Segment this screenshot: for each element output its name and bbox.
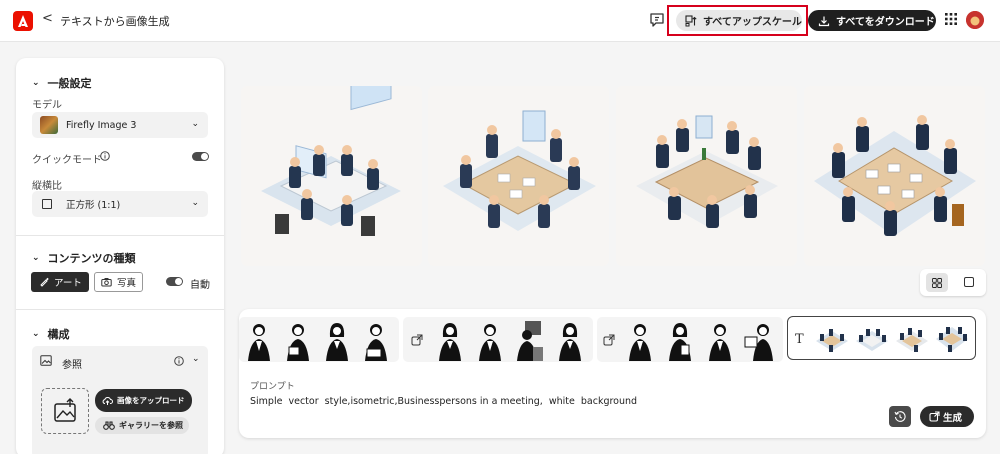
content-type-heading: コンテンツの種類 (47, 252, 136, 265)
feedback-icon[interactable] (648, 11, 666, 29)
generate-label: 生成 (943, 412, 963, 424)
camera-icon (101, 278, 112, 287)
text-mode-icon: T (795, 332, 804, 347)
composition-header[interactable]: ⌄ 構成 (32, 326, 70, 342)
prompt-panel: T プロンプト Simple vector style,isometric,Bu… (239, 309, 986, 438)
prompt-history-button[interactable] (889, 406, 911, 427)
model-value: Firefly Image 3 (66, 119, 137, 131)
generate-icon (929, 411, 940, 422)
style-thumbnail[interactable] (854, 321, 890, 355)
chevron-down-icon: ⌄ (191, 198, 199, 208)
reference-label: 参照 (62, 360, 82, 371)
model-thumbnail (40, 116, 58, 134)
download-icon (818, 16, 830, 26)
style-thumbnail[interactable] (281, 317, 315, 362)
general-settings-header[interactable]: ⌄ 一般設定 (32, 75, 92, 91)
style-thumbnail[interactable] (663, 317, 697, 362)
aspect-ratio-label: 縦横比 (32, 181, 62, 192)
style-thumbnail[interactable] (703, 317, 737, 362)
auto-label: 自動 (190, 280, 210, 291)
generated-image-4[interactable] (804, 86, 985, 266)
chevron-down-icon: ⌄ (32, 329, 40, 339)
general-settings-heading: 一般設定 (47, 77, 92, 90)
chevron-down-icon: ⌄ (32, 78, 40, 88)
style-thumbnail[interactable] (623, 317, 657, 362)
style-thumbnail[interactable] (553, 317, 587, 362)
generated-image-1[interactable] (241, 86, 422, 266)
chevron-down-icon[interactable]: ⌄ (192, 354, 200, 364)
style-thumbnail[interactable] (894, 321, 930, 355)
page-title: テキストから画像生成 (60, 15, 170, 28)
adobe-logo-icon[interactable] (13, 11, 33, 31)
content-type-header[interactable]: ⌄ コンテンツの種類 (32, 250, 136, 266)
square-icon (42, 199, 52, 209)
style-thumbnail[interactable] (242, 317, 276, 362)
single-view-button[interactable] (964, 277, 974, 287)
upscale-all-button[interactable]: すべてアップスケール (676, 10, 802, 31)
generated-image-3[interactable] (616, 86, 797, 266)
grid-view-button[interactable] (926, 273, 948, 292)
cloud-upload-icon (102, 396, 113, 405)
upload-image-label: 画像をアップロード (117, 395, 185, 405)
style-thumbnail-group (403, 317, 593, 362)
model-label: モデル (32, 100, 62, 111)
chevron-down-icon: ⌄ (32, 253, 40, 263)
style-thumbnail[interactable] (433, 317, 467, 362)
chevron-left-icon[interactable]: < (42, 11, 53, 26)
style-thumbnail[interactable] (743, 317, 777, 362)
brush-icon (40, 277, 49, 287)
style-thumbnail[interactable] (359, 317, 393, 362)
prompt-label: プロンプト (250, 382, 295, 392)
art-label: アート (54, 278, 82, 289)
settings-sidebar: ⌄ 一般設定 モデル Firefly Image 3 ⌄ クイックモード 縦横比… (16, 58, 224, 454)
divider (16, 309, 224, 310)
info-icon[interactable] (100, 151, 110, 161)
upscale-icon (685, 14, 697, 26)
selected-style-group[interactable]: T (787, 316, 976, 360)
style-thumbnail[interactable] (513, 317, 547, 362)
apps-grid-icon[interactable] (945, 13, 957, 25)
view-mode-toggle (920, 269, 986, 296)
info-icon[interactable] (174, 356, 184, 366)
art-chip[interactable]: アート (31, 272, 89, 292)
reference-image-icon (40, 355, 52, 366)
upload-image-button[interactable]: 画像をアップロード (95, 389, 192, 412)
generated-image-2[interactable] (428, 86, 609, 266)
grid-icon (932, 278, 942, 288)
image-upload-icon (54, 398, 76, 422)
divider (16, 235, 224, 236)
browse-gallery-button[interactable]: ギャラリーを参照 (95, 417, 189, 434)
photo-chip[interactable]: 写真 (94, 272, 143, 292)
style-thumbnail[interactable] (814, 321, 850, 355)
quick-mode-label: クイックモード (32, 155, 102, 166)
generate-button[interactable]: 生成 (920, 406, 974, 427)
aspect-ratio-select[interactable]: 正方形 (1:1) ⌄ (32, 191, 208, 217)
prompt-input[interactable]: Simple vector style,isometric,Businesspe… (250, 396, 637, 407)
style-thumbnail[interactable] (320, 317, 354, 362)
download-all-label: すべてをダウンロード (836, 17, 935, 28)
reference-drop-zone[interactable] (41, 388, 89, 434)
download-all-button[interactable]: すべてをダウンロード (808, 10, 936, 31)
avatar[interactable] (966, 11, 984, 29)
style-thumbnail[interactable] (934, 321, 970, 355)
style-thumbnail-group (597, 317, 783, 362)
browse-gallery-label: ギャラリーを参照 (119, 421, 183, 430)
upscale-all-label: すべてアップスケール (703, 17, 802, 28)
history-icon (894, 411, 906, 422)
photo-label: 写真 (117, 278, 137, 289)
binoculars-icon (103, 421, 115, 430)
style-thumbnail-group (239, 317, 399, 362)
top-bar: < テキストから画像生成 すべてアップスケール すべてをダウンロード (0, 0, 1000, 42)
composition-heading: 構成 (47, 328, 70, 341)
auto-toggle[interactable] (166, 277, 183, 286)
reuse-style-icon[interactable] (603, 334, 615, 346)
reuse-style-icon[interactable] (411, 334, 423, 346)
model-select[interactable]: Firefly Image 3 ⌄ (32, 112, 208, 138)
chevron-down-icon: ⌄ (191, 119, 199, 129)
style-thumbnail[interactable] (473, 317, 507, 362)
quick-mode-toggle[interactable] (192, 152, 209, 161)
aspect-ratio-value: 正方形 (1:1) (66, 200, 121, 211)
